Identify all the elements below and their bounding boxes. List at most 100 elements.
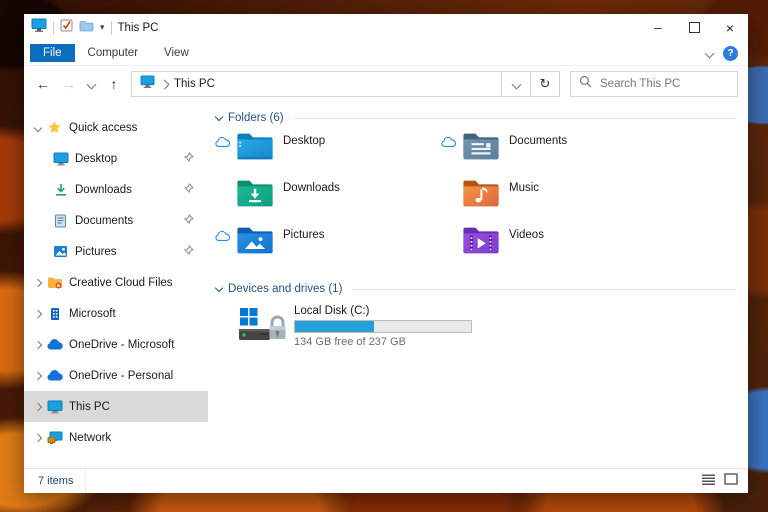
- close-button[interactable]: ×: [712, 14, 748, 41]
- sidebar-item-downloads[interactable]: Downloads: [24, 174, 208, 205]
- sidebar-item-label: Microsoft: [69, 307, 116, 320]
- breadcrumb-chevron-icon[interactable]: [159, 79, 170, 89]
- item-count: 7 items: [34, 469, 87, 493]
- chevron-right-icon[interactable]: [30, 309, 46, 318]
- back-button[interactable]: ←: [34, 76, 52, 92]
- drive-tile-local-disk-c[interactable]: Local Disk (C:) 134 GB free of 237 GB: [238, 305, 740, 348]
- chevron-right-icon[interactable]: [30, 371, 46, 380]
- downloads-folder-icon: [236, 177, 274, 208]
- drive-name: Local Disk (C:): [294, 305, 370, 317]
- details-view-icon[interactable]: [702, 472, 715, 490]
- network-icon: [46, 430, 63, 446]
- drive-free-space: 134 GB free of 237 GB: [294, 336, 406, 348]
- folder-tile-videos[interactable]: Videos: [440, 222, 666, 269]
- pictures-folder-icon: [236, 224, 274, 255]
- forward-button[interactable]: →: [60, 76, 78, 92]
- file-explorer-window: ▾ This PC – × File Computer View ? ← → ↑: [24, 14, 748, 493]
- onedrive-status-icon: [214, 128, 236, 148]
- chevron-right-icon[interactable]: [30, 340, 46, 349]
- sidebar-item-creative-cloud-files[interactable]: Creative Cloud Files: [24, 267, 208, 298]
- group-divider: [293, 117, 736, 119]
- onedrive-status-icon: [440, 128, 462, 148]
- folder-tile-documents[interactable]: Documents: [440, 128, 666, 175]
- chevron-right-icon[interactable]: [30, 278, 46, 287]
- chevron-right-icon[interactable]: [30, 402, 46, 411]
- properties-qat-icon[interactable]: [60, 19, 73, 37]
- desktop-icon: [52, 151, 69, 167]
- address-this-pc-icon: [140, 75, 155, 93]
- sidebar-item-onedrive-microsoft[interactable]: OneDrive - Microsoft: [24, 329, 208, 360]
- up-button[interactable]: ↑: [105, 76, 123, 92]
- navigation-pane: Quick access Desktop Downloads Documents…: [24, 102, 208, 468]
- group-label: Devices and drives (1): [228, 283, 343, 295]
- folder-tile-music[interactable]: Music: [440, 175, 666, 222]
- sidebar-item-label: Downloads: [75, 183, 132, 196]
- refresh-button[interactable]: ↻: [531, 71, 560, 97]
- folder-label: Desktop: [283, 135, 326, 147]
- tab-file[interactable]: File: [30, 44, 75, 62]
- address-bar[interactable]: This PC: [131, 71, 502, 97]
- title-bar[interactable]: ▾ This PC – ×: [24, 14, 748, 41]
- onedrive-status-icon: [214, 222, 236, 242]
- status-bar: 7 items: [24, 468, 748, 493]
- sidebar-item-pictures[interactable]: Pictures: [24, 236, 208, 267]
- collapse-group-icon: [214, 283, 224, 293]
- disk-usage-fill: [295, 321, 375, 332]
- sidebar-item-documents[interactable]: Documents: [24, 205, 208, 236]
- group-header-devices[interactable]: Devices and drives (1): [214, 279, 740, 299]
- chevron-down-icon[interactable]: [30, 123, 46, 132]
- folder-label: Pictures: [283, 229, 325, 241]
- sidebar-item-desktop[interactable]: Desktop: [24, 143, 208, 174]
- recent-locations-icon[interactable]: [86, 79, 97, 89]
- window-title: This PC: [117, 21, 159, 34]
- desktop-wallpaper: ▾ This PC – × File Computer View ? ← → ↑: [0, 0, 768, 512]
- status-spacer: [440, 175, 462, 184]
- documents-folder-icon: [462, 130, 500, 161]
- folder-label: Videos: [509, 229, 544, 241]
- group-header-folders[interactable]: Folders (6): [214, 108, 740, 128]
- group-label: Folders (6): [228, 112, 284, 124]
- large-icons-view-icon[interactable]: [724, 472, 738, 490]
- folder-tile-desktop[interactable]: Desktop: [214, 128, 440, 175]
- search-input[interactable]: [598, 77, 729, 91]
- sidebar-item-label: Desktop: [75, 152, 118, 165]
- sidebar-item-this-pc[interactable]: This PC: [24, 391, 208, 422]
- local-disk-bitlocker-icon: [238, 305, 288, 345]
- search-icon: [579, 75, 592, 93]
- folder-tile-pictures[interactable]: Pictures: [214, 222, 440, 269]
- sidebar-item-label: Quick access: [69, 121, 138, 134]
- pin-icon: [183, 151, 195, 165]
- onedrive-cloud-icon: [46, 368, 63, 384]
- search-box[interactable]: [570, 71, 738, 97]
- pin-icon: [183, 244, 195, 258]
- pin-icon: [183, 213, 195, 227]
- chevron-right-icon[interactable]: [30, 433, 46, 442]
- new-folder-qat-icon[interactable]: [79, 19, 94, 37]
- titlebar-separator: [110, 20, 112, 35]
- folder-tile-downloads[interactable]: Downloads: [214, 175, 440, 222]
- sidebar-item-label: Network: [69, 431, 112, 444]
- sidebar-item-microsoft[interactable]: Microsoft: [24, 298, 208, 329]
- sidebar-item-network[interactable]: Network: [24, 422, 208, 453]
- maximize-button[interactable]: [676, 14, 712, 41]
- sidebar-item-label: Creative Cloud Files: [69, 276, 173, 289]
- chevron-down-icon: [511, 79, 521, 89]
- tab-view[interactable]: View: [151, 44, 202, 62]
- minimize-button[interactable]: –: [640, 14, 676, 41]
- help-icon[interactable]: ?: [723, 45, 738, 61]
- sidebar-item-label: OneDrive - Microsoft: [69, 338, 175, 351]
- sidebar-item-quick-access[interactable]: Quick access: [24, 112, 208, 143]
- star-icon: [46, 120, 63, 136]
- expand-ribbon-icon[interactable]: [704, 48, 715, 58]
- maximize-icon: [688, 22, 700, 33]
- sidebar-item-onedrive-personal[interactable]: OneDrive - Personal: [24, 360, 208, 391]
- breadcrumb[interactable]: This PC: [174, 78, 215, 90]
- address-dropdown-button[interactable]: [502, 71, 531, 97]
- sidebar-item-label: This PC: [69, 400, 110, 413]
- sidebar-item-label: OneDrive - Personal: [69, 369, 174, 382]
- items-view: Folders (6) Desktop Documents Downloads …: [208, 102, 748, 468]
- qat-dropdown-icon[interactable]: ▾: [100, 23, 105, 32]
- tab-computer[interactable]: Computer: [75, 44, 152, 62]
- creative-cloud-folder-icon: [46, 275, 63, 291]
- this-pc-icon: [46, 399, 63, 415]
